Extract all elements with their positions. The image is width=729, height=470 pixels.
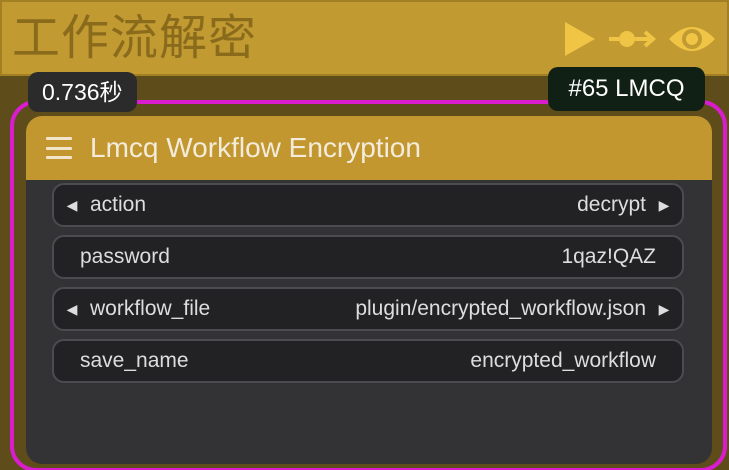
widget-label: save_name xyxy=(80,349,189,372)
play-icon[interactable] xyxy=(563,20,597,58)
group-toolbar xyxy=(563,16,717,62)
node-title-bar[interactable]: Lmcq Workflow Encryption xyxy=(26,116,712,180)
widget-value: decrypt xyxy=(577,193,646,216)
widget-label: workflow_file xyxy=(90,297,211,320)
node-id-badge: #65 LMCQ xyxy=(548,67,705,111)
action-combo[interactable]: ◀ action decrypt ▶ xyxy=(52,183,684,227)
eye-icon[interactable] xyxy=(667,21,717,57)
widget-value: encrypted_workflow xyxy=(470,349,656,372)
pin-icon[interactable] xyxy=(607,24,657,54)
execution-time-badge: 0.736秒 xyxy=(28,72,137,112)
password-input[interactable]: password 1qaz!QAZ xyxy=(52,235,684,279)
group-title[interactable]: 工作流解密 xyxy=(12,8,257,68)
node-title: Lmcq Workflow Encryption xyxy=(90,132,421,163)
workflow-encryption-node[interactable]: Lmcq Workflow Encryption ◀ action decryp… xyxy=(26,116,712,464)
widget-value: plugin/encrypted_workflow.json xyxy=(355,297,646,320)
widget-value: 1qaz!QAZ xyxy=(561,245,656,268)
decrement-arrow-icon[interactable]: ◀ xyxy=(66,197,78,214)
decrement-arrow-icon[interactable]: ◀ xyxy=(66,301,78,318)
increment-arrow-icon[interactable]: ▶ xyxy=(658,301,670,318)
increment-arrow-icon[interactable]: ▶ xyxy=(658,197,670,214)
group-header[interactable]: 工作流解密 xyxy=(0,0,729,76)
workflow-file-combo[interactable]: ◀ workflow_file plugin/encrypted_workflo… xyxy=(52,287,684,331)
save-name-input[interactable]: save_name encrypted_workflow xyxy=(52,339,684,383)
widget-label: action xyxy=(90,193,147,216)
menu-icon[interactable] xyxy=(46,137,72,159)
widget-label: password xyxy=(80,245,170,268)
